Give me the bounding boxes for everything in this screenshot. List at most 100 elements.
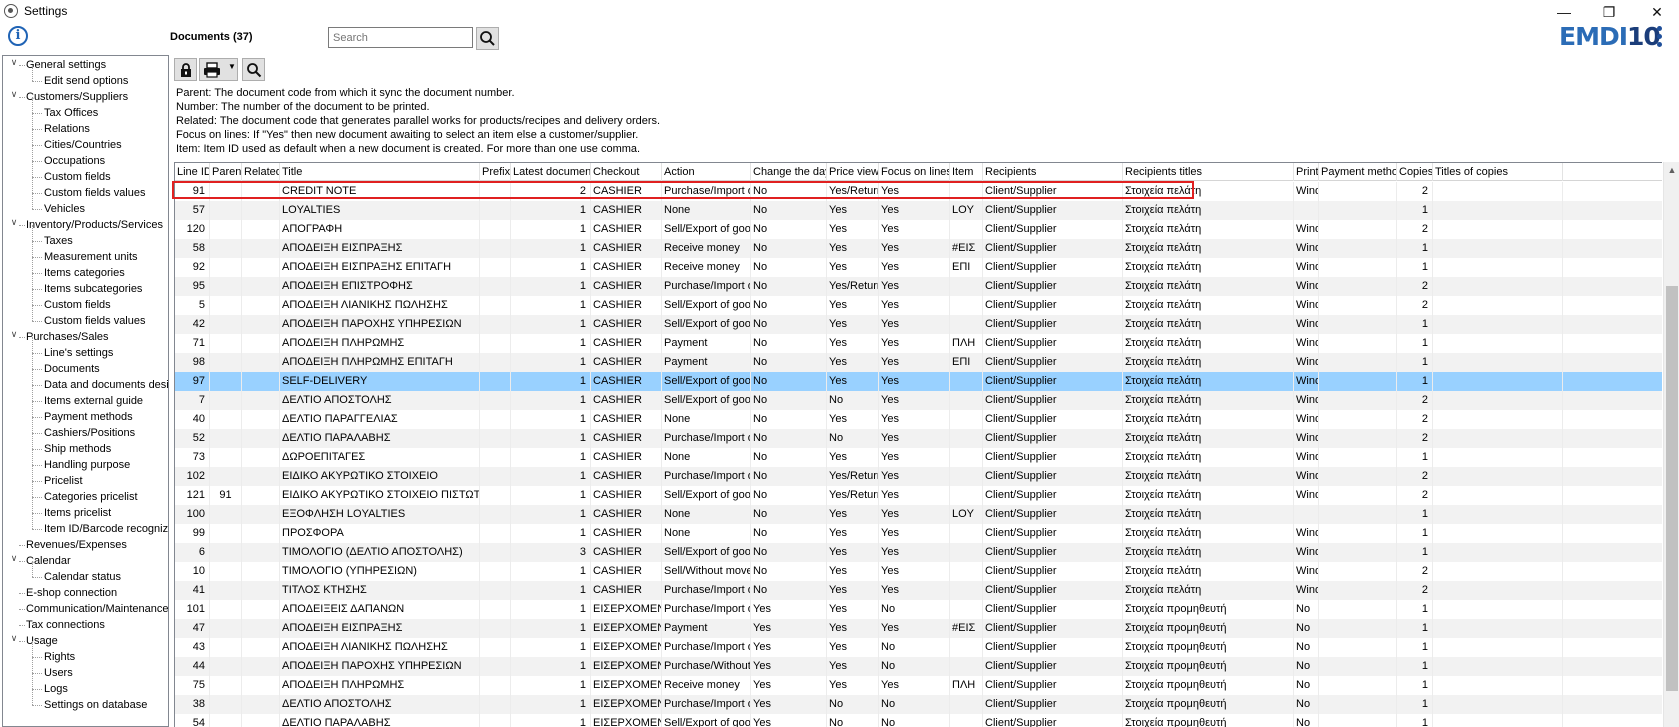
table-cell[interactable]: ΕΙΔΙΚΟ ΑΚΥΡΩΤΙΚΟ ΣΤΟΙΧΕΙΟ — [280, 467, 480, 486]
column-header[interactable]: Focus on lines — [879, 163, 950, 181]
table-cell[interactable] — [1433, 676, 1563, 695]
table-cell[interactable]: Sell/Without mover — [662, 562, 751, 581]
table-cell[interactable]: Στοιχεία προμηθευτή — [1123, 619, 1294, 638]
table-row[interactable]: 97 SELF-DELIVERY 1 CASHIER Sell/Export of go… — [175, 372, 1662, 391]
table-cell[interactable]: 99 — [175, 524, 210, 543]
table-cell[interactable]: Yes — [827, 524, 879, 543]
table-cell[interactable]: 5 — [175, 296, 210, 315]
table-cell[interactable] — [1319, 581, 1397, 600]
table-cell[interactable]: Wind — [1294, 429, 1319, 448]
find-button[interactable] — [242, 58, 265, 81]
table-cell[interactable]: Client/Supplier — [983, 410, 1123, 429]
table-cell[interactable] — [210, 315, 242, 334]
table-row[interactable]: 44ΑΠΟΔΕΙΞΗ ΠΑΡΟΧΗΣ ΥΠΗΡΕΣΙΩΝ1ΕΙΣΕΡΧΟΜΕΝΑ… — [175, 657, 1662, 676]
table-row[interactable]: 54ΔΕΛΤΙΟ ΠΑΡΑΛΑΒΗΣ1ΕΙΣΕΡΧΟΜΕΝΑSell/Expor… — [175, 714, 1662, 727]
table-cell[interactable]: Client/Supplier — [983, 638, 1123, 657]
table-cell[interactable]: Client/Supplier — [983, 429, 1123, 448]
table-cell[interactable] — [1433, 467, 1563, 486]
table-cell[interactable]: 1 — [511, 505, 591, 524]
table-cell[interactable] — [1433, 296, 1563, 315]
table-cell[interactable]: Yes — [751, 638, 827, 657]
table-cell[interactable]: Yes — [879, 334, 950, 353]
tree-item[interactable]: Customers/Suppliers — [26, 89, 128, 105]
table-cell[interactable]: CASHIER — [591, 543, 662, 562]
table-cell[interactable]: Στοιχεία πελάτη — [1123, 467, 1294, 486]
table-cell[interactable] — [210, 258, 242, 277]
table-cell[interactable] — [1433, 524, 1563, 543]
table-cell[interactable]: No — [879, 695, 950, 714]
tree-item[interactable]: Custom fields values — [44, 313, 146, 329]
table-cell[interactable]: No — [751, 448, 827, 467]
table-cell[interactable] — [210, 220, 242, 239]
column-header[interactable]: Title — [280, 163, 480, 181]
table-cell[interactable]: Στοιχεία πελάτη — [1123, 334, 1294, 353]
table-cell[interactable]: Στοιχεία πελάτη — [1123, 448, 1294, 467]
column-header[interactable]: Payment method — [1319, 163, 1397, 181]
table-cell[interactable]: ΕΙΔΙΚΟ ΑΚΥΡΩΤΙΚΟ ΣΤΟΙΧΕΙΟ ΠΙΣΤΩΤΙΚΟ — [280, 486, 480, 505]
table-cell[interactable]: Wind — [1294, 467, 1319, 486]
table-cell[interactable]: 1 — [1397, 543, 1433, 562]
table-cell[interactable] — [1433, 543, 1563, 562]
table-cell[interactable] — [480, 448, 511, 467]
table-cell[interactable]: #ΕΙΣ — [950, 239, 983, 258]
table-cell[interactable]: CASHIER — [591, 353, 662, 372]
table-row[interactable]: 42 ΑΠΟΔΕΙΞΗ ΠΑΡΟΧΗΣ ΥΠΗΡΕΣΙΩΝ 1 CASHIER Sell… — [175, 315, 1662, 334]
table-cell[interactable]: 1 — [1397, 600, 1433, 619]
chevron-down-icon[interactable]: ∨ — [9, 57, 19, 73]
table-cell[interactable] — [1433, 714, 1563, 727]
table-cell[interactable]: Yes — [879, 524, 950, 543]
table-cell[interactable]: Client/Supplier — [983, 467, 1123, 486]
column-header[interactable]: Related — [242, 163, 280, 181]
table-cell[interactable]: Στοιχεία πελάτη — [1123, 524, 1294, 543]
table-cell[interactable]: 1 — [511, 315, 591, 334]
table-cell[interactable]: ΤΙΤΛΟΣ ΚΤΗΣΗΣ — [280, 581, 480, 600]
table-cell[interactable]: 1 — [511, 296, 591, 315]
table-cell[interactable]: Στοιχεία προμηθευτή — [1123, 695, 1294, 714]
table-row[interactable]: 99 ΠΡΟΣΦΟΡΑ 1 CASHIER None No Yes Yes Client/Sup… — [175, 524, 1662, 543]
table-cell[interactable]: ΑΠΟΔΕΙΞΗ ΕΙΣΠΡΑΞΗΣ — [280, 619, 480, 638]
restore-button[interactable]: ❐ — [1595, 2, 1623, 22]
table-cell[interactable]: Client/Supplier — [983, 524, 1123, 543]
table-cell[interactable]: No — [751, 296, 827, 315]
table-cell[interactable]: 1 — [1397, 201, 1433, 220]
table-cell[interactable]: 73 — [175, 448, 210, 467]
column-header[interactable]: Parent — [210, 163, 242, 181]
table-cell[interactable]: Client/Supplier — [983, 695, 1123, 714]
table-cell[interactable]: Στοιχεία πελάτη — [1123, 562, 1294, 581]
tree-item[interactable]: Cities/Countries — [44, 137, 122, 153]
table-cell[interactable]: Yes — [879, 505, 950, 524]
table-cell[interactable]: No — [751, 486, 827, 505]
table-cell[interactable] — [242, 695, 280, 714]
column-header[interactable]: Latest document — [511, 163, 591, 181]
table-cell[interactable]: ΕΙΣΕΡΧΟΜΕΝΑ — [591, 695, 662, 714]
table-row[interactable]: 41 ΤΙΤΛΟΣ ΚΤΗΣΗΣ 1 CASHIER Purchase/Import o… — [175, 581, 1662, 600]
table-cell[interactable]: CASHIER — [591, 581, 662, 600]
table-cell[interactable]: Client/Supplier — [983, 315, 1123, 334]
tree-item[interactable]: Item ID/Barcode recogniz — [44, 521, 168, 537]
table-cell[interactable]: 91 — [210, 486, 242, 505]
table-row[interactable]: 40 ΔΕΛΤΙΟ ΠΑΡΑΓΓΕΛΙΑΣ 1 CASHIER None No Yes Yes… — [175, 410, 1662, 429]
table-cell[interactable]: Client/Supplier — [983, 239, 1123, 258]
table-cell[interactable]: Yes — [827, 562, 879, 581]
table-cell[interactable]: Yes — [827, 334, 879, 353]
table-cell[interactable]: ΑΠΟΔΕΙΞΗ ΕΙΣΠΡΑΞΗΣ — [280, 239, 480, 258]
table-cell[interactable]: 1 — [511, 638, 591, 657]
table-cell[interactable] — [210, 201, 242, 220]
table-cell[interactable]: 102 — [175, 467, 210, 486]
table-cell[interactable]: ΤΙΜΟΛΟΓΙΟ (ΔΕΛΤΙΟ ΑΠΟΣΤΟΛΗΣ) — [280, 543, 480, 562]
table-cell[interactable]: CASHIER — [591, 467, 662, 486]
table-cell[interactable]: Wind — [1294, 524, 1319, 543]
table-cell[interactable]: 2 — [511, 182, 591, 201]
table-cell[interactable]: CASHIER — [591, 391, 662, 410]
column-header[interactable]: Item — [950, 163, 983, 181]
table-cell[interactable]: ΠΛΗ — [950, 334, 983, 353]
table-cell[interactable]: Client/Supplier — [983, 391, 1123, 410]
table-cell[interactable] — [242, 220, 280, 239]
table-cell[interactable]: 1 — [511, 657, 591, 676]
table-cell[interactable]: ΑΠΟΔΕΙΞΗ ΠΛΗΡΩΜΗΣ ΕΠΙΤΑΓΗ — [280, 353, 480, 372]
column-header[interactable]: Recipients titles — [1123, 163, 1294, 181]
table-cell[interactable] — [210, 695, 242, 714]
table-cell[interactable]: No — [1294, 657, 1319, 676]
tree-item[interactable]: Measurement units — [44, 249, 138, 265]
table-cell[interactable]: No — [751, 467, 827, 486]
